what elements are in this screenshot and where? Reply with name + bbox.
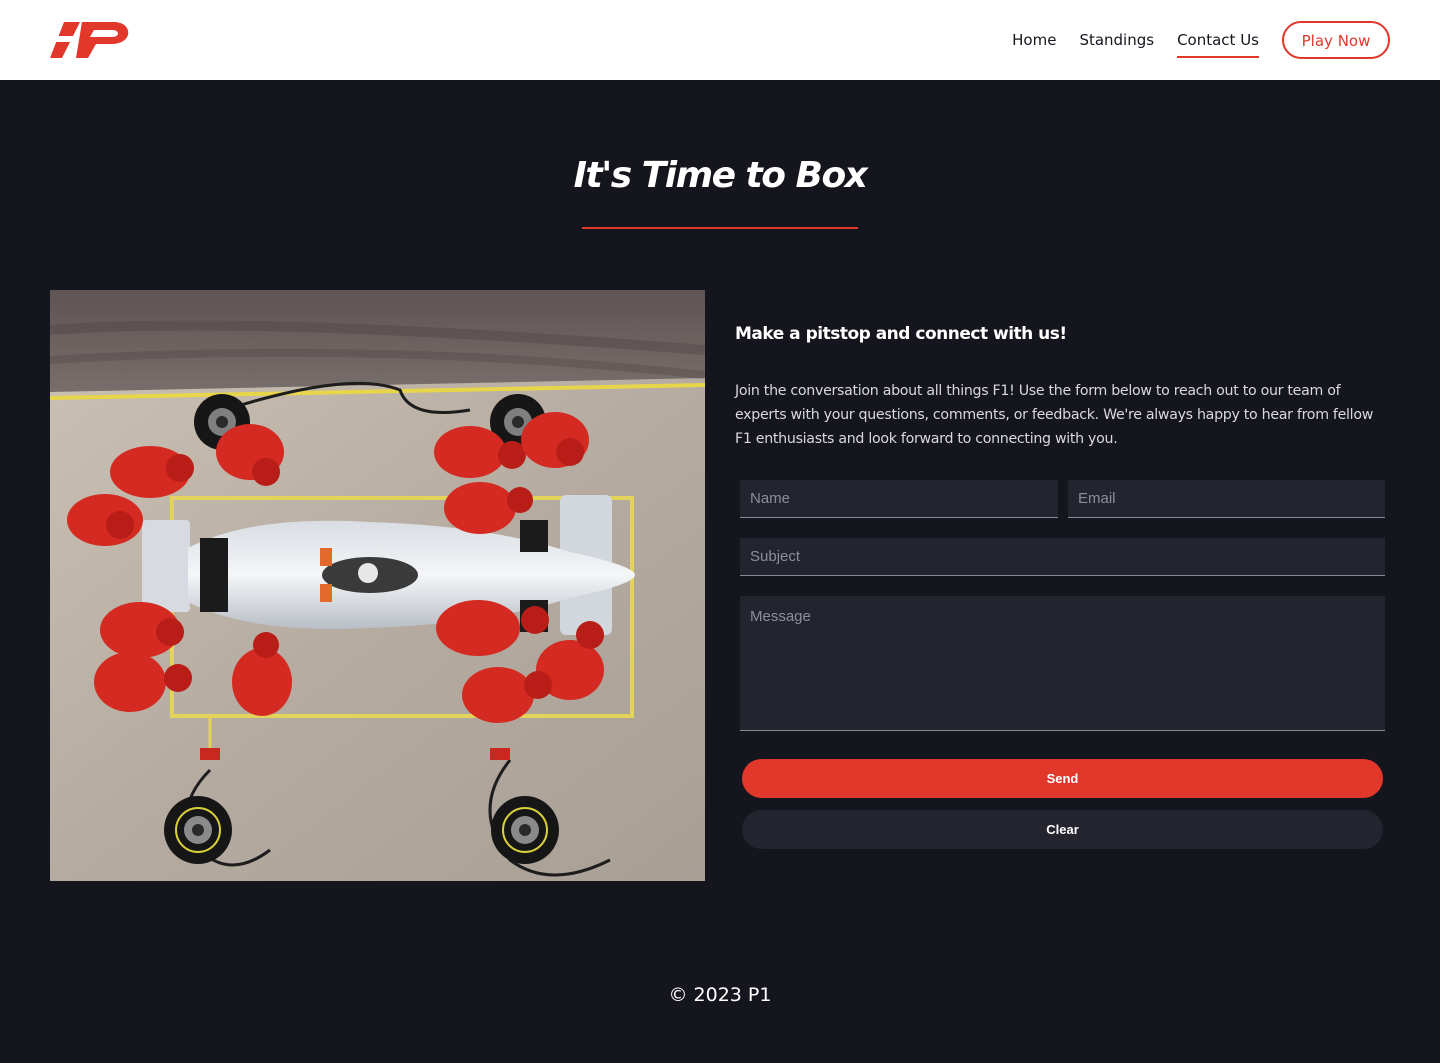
page-title: It's Time to Box [573,155,868,196]
title-underline [582,227,858,229]
play-now-button[interactable]: Play Now [1282,21,1390,59]
nav-contact-us[interactable]: Contact Us [1177,22,1259,58]
tyre-bottom-left [164,796,232,864]
contact-intro: Join the conversation about all things F… [735,383,1374,447]
nav-home[interactable]: Home [1012,22,1056,58]
main-nav: Home Standings Contact Us Play Now [989,21,1390,59]
name-input[interactable] [740,480,1058,518]
navbar: Home Standings Contact Us Play Now [0,0,1440,80]
clear-button[interactable]: Clear [742,810,1383,849]
nav-standings[interactable]: Standings [1079,22,1154,58]
contact-heading: Make a pitstop and connect with us! [735,324,1067,344]
tyre-bottom-right [491,796,559,864]
pitstop-photo [50,290,705,881]
pitstop-illustration [50,290,705,881]
message-textarea[interactable] [740,596,1385,731]
send-button[interactable]: Send [742,759,1383,798]
subject-input[interactable] [740,538,1385,576]
p1-logo-icon[interactable] [50,22,130,58]
email-input[interactable] [1068,480,1385,518]
footer-copyright: © 2023 P1 [668,984,772,1006]
